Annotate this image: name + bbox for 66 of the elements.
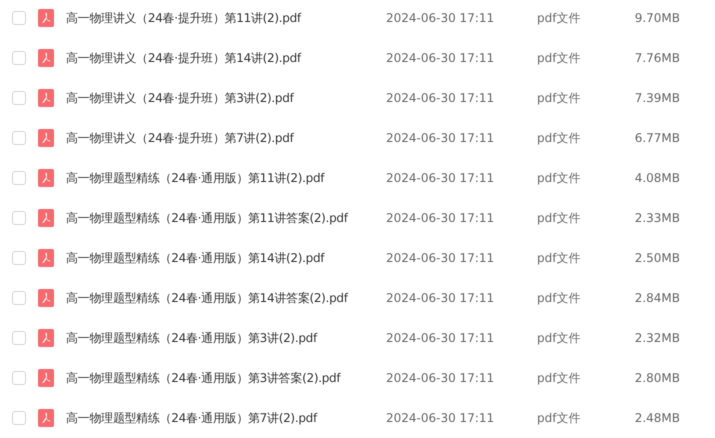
file-type: pdf文件 bbox=[537, 170, 582, 186]
modified-date: 2024-06-30 17:11 bbox=[386, 371, 496, 385]
checkbox[interactable] bbox=[12, 251, 26, 265]
file-size: 2.50MB bbox=[634, 251, 680, 265]
file-name[interactable]: 高一物理讲义（24春·提升班）第7讲(2).pdf bbox=[66, 130, 386, 146]
checkbox[interactable] bbox=[12, 11, 26, 25]
file-name[interactable]: 高一物理讲义（24春·提升班）第3讲(2).pdf bbox=[66, 90, 386, 106]
file-size: 2.33MB bbox=[634, 211, 680, 225]
file-size: 7.76MB bbox=[634, 51, 680, 65]
file-name[interactable]: 高一物理题型精练（24春·通用版）第7讲(2).pdf bbox=[66, 410, 386, 426]
modified-date: 2024-06-30 17:11 bbox=[386, 331, 496, 345]
pdf-file-icon bbox=[38, 409, 54, 427]
file-type: pdf文件 bbox=[537, 10, 582, 26]
pdf-file-icon bbox=[38, 209, 54, 227]
modified-date: 2024-06-30 17:11 bbox=[386, 131, 496, 145]
file-name[interactable]: 高一物理题型精练（24春·通用版）第14讲(2).pdf bbox=[66, 250, 386, 266]
file-type: pdf文件 bbox=[537, 330, 582, 346]
file-type: pdf文件 bbox=[537, 370, 582, 386]
checkbox[interactable] bbox=[12, 371, 26, 385]
file-size: 2.80MB bbox=[634, 371, 680, 385]
file-type: pdf文件 bbox=[537, 290, 582, 306]
file-name[interactable]: 高一物理讲义（24春·提升班）第14讲(2).pdf bbox=[66, 50, 386, 66]
checkbox[interactable] bbox=[12, 291, 26, 305]
file-type: pdf文件 bbox=[537, 90, 582, 106]
file-name[interactable]: 高一物理题型精练（24春·通用版）第14讲答案(2).pdf bbox=[66, 290, 386, 306]
file-type: pdf文件 bbox=[537, 50, 582, 66]
modified-date: 2024-06-30 17:11 bbox=[386, 211, 496, 225]
pdf-file-icon bbox=[38, 89, 54, 107]
pdf-file-icon bbox=[38, 129, 54, 147]
file-size: 7.39MB bbox=[634, 91, 680, 105]
checkbox[interactable] bbox=[12, 171, 26, 185]
checkbox[interactable] bbox=[12, 51, 26, 65]
pdf-file-icon bbox=[38, 329, 54, 347]
file-size: 9.70MB bbox=[634, 11, 680, 25]
pdf-file-icon bbox=[38, 289, 54, 307]
pdf-file-icon bbox=[38, 169, 54, 187]
modified-date: 2024-06-30 17:11 bbox=[386, 51, 496, 65]
file-type: pdf文件 bbox=[537, 210, 582, 226]
file-name[interactable]: 高一物理题型精练（24春·通用版）第11讲(2).pdf bbox=[66, 170, 386, 186]
file-size: 4.08MB bbox=[634, 171, 680, 185]
file-name[interactable]: 高一物理题型精练（24春·通用版）第3讲答案(2).pdf bbox=[66, 370, 386, 386]
checkbox[interactable] bbox=[12, 331, 26, 345]
file-type: pdf文件 bbox=[537, 250, 582, 266]
modified-date: 2024-06-30 17:11 bbox=[386, 411, 496, 425]
checkbox[interactable] bbox=[12, 131, 26, 145]
checkbox[interactable] bbox=[12, 411, 26, 425]
checkbox[interactable] bbox=[12, 91, 26, 105]
file-type: pdf文件 bbox=[537, 410, 582, 426]
file-name[interactable]: 高一物理题型精练（24春·通用版）第11讲答案(2).pdf bbox=[66, 210, 386, 226]
file-type: pdf文件 bbox=[537, 130, 582, 146]
modified-date: 2024-06-30 17:11 bbox=[386, 91, 496, 105]
modified-date: 2024-06-30 17:11 bbox=[386, 171, 496, 185]
modified-date: 2024-06-30 17:11 bbox=[386, 11, 496, 25]
pdf-file-icon bbox=[38, 369, 54, 387]
modified-date: 2024-06-30 17:11 bbox=[386, 251, 496, 265]
pdf-file-icon bbox=[38, 9, 54, 27]
file-size: 2.32MB bbox=[634, 331, 680, 345]
modified-date: 2024-06-30 17:11 bbox=[386, 291, 496, 305]
file-size: 2.84MB bbox=[634, 291, 680, 305]
file-name[interactable]: 高一物理讲义（24春·提升班）第11讲(2).pdf bbox=[66, 10, 386, 26]
pdf-file-icon bbox=[38, 249, 54, 267]
checkbox[interactable] bbox=[12, 211, 26, 225]
file-size: 2.48MB bbox=[634, 411, 680, 425]
pdf-file-icon bbox=[38, 49, 54, 67]
file-name[interactable]: 高一物理题型精练（24春·通用版）第3讲(2).pdf bbox=[66, 330, 386, 346]
file-size: 6.77MB bbox=[634, 131, 680, 145]
